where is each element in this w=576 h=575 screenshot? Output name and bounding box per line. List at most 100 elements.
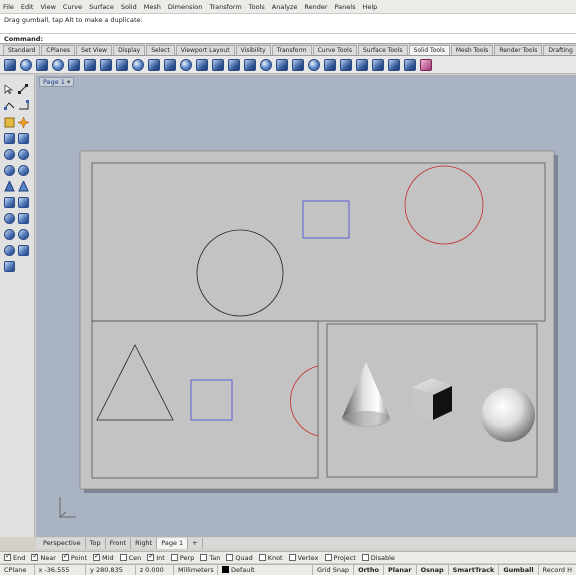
surface-from-curves-icon[interactable] — [4, 133, 15, 144]
surface-edit-icon[interactable] — [18, 133, 29, 144]
point-icon[interactable] — [18, 84, 29, 94]
osnap-checkbox[interactable] — [61, 552, 69, 561]
split-face-icon[interactable] — [228, 58, 240, 71]
cone-icon[interactable] — [4, 181, 15, 192]
dimension-icon[interactable] — [4, 261, 15, 272]
osnap-checkbox[interactable] — [288, 554, 296, 561]
circle-icon[interactable] — [4, 149, 15, 160]
menu-mesh[interactable]: Mesh — [144, 3, 161, 11]
shell-icon[interactable] — [132, 58, 144, 71]
menu-panels[interactable]: Panels — [335, 3, 356, 11]
toolbar-tab-visibility[interactable]: Visibility — [235, 45, 271, 55]
toolbar-tab-set-view[interactable]: Set View — [76, 45, 113, 55]
menu-transform[interactable]: Transform — [209, 3, 241, 11]
viewport-tab-front[interactable]: Front — [106, 538, 132, 549]
toolbar-tab-solid-tools[interactable]: Solid Tools — [408, 45, 450, 55]
smarttrack-toggle[interactable]: SmartTrack — [449, 564, 500, 575]
osnap-int[interactable]: Int — [147, 552, 165, 562]
torus-icon[interactable] — [4, 229, 15, 240]
box-icon[interactable] — [148, 58, 160, 71]
osnap-quad[interactable]: Quad — [226, 554, 253, 562]
solid-tube-icon[interactable] — [18, 213, 29, 224]
rectangle-icon[interactable] — [4, 117, 15, 128]
viewport-tab-top[interactable]: Top — [86, 538, 106, 549]
ellipse-icon[interactable] — [4, 165, 15, 176]
osnap-knot[interactable]: Knot — [258, 554, 283, 562]
osnap-checkbox[interactable] — [4, 552, 11, 561]
toolbar-tab-display[interactable]: Display — [113, 45, 146, 55]
osnap-cen[interactable]: Cen — [119, 554, 141, 562]
rendered-sphere[interactable] — [481, 388, 535, 442]
osnap-point[interactable]: Point — [61, 552, 87, 562]
toolbar-tab-surface-tools[interactable]: Surface Tools — [357, 45, 408, 55]
move-edge-icon[interactable] — [212, 58, 224, 71]
boolean-union-icon[interactable] — [68, 58, 80, 71]
command-line[interactable]: Command: — [0, 33, 576, 44]
osnap-checkbox[interactable] — [226, 554, 234, 561]
cap-planar-holes-icon[interactable] — [36, 58, 48, 71]
osnap-checkbox[interactable] — [31, 552, 39, 561]
arc-icon[interactable] — [18, 149, 29, 160]
extract-surface-icon[interactable] — [164, 58, 176, 71]
osnap-project[interactable]: Project — [324, 554, 356, 562]
osnap-checkbox[interactable] — [119, 554, 127, 561]
grid-snap-toggle[interactable]: Grid Snap — [313, 564, 355, 575]
grid-icon[interactable] — [404, 58, 416, 71]
menu-dimension[interactable]: Dimension — [168, 3, 203, 11]
merge-faces-icon[interactable] — [388, 58, 400, 71]
array-hole-icon[interactable] — [324, 58, 336, 71]
osnap-checkbox[interactable] — [170, 554, 178, 561]
solid-sphere-icon[interactable] — [4, 213, 15, 224]
boolean-intersection-icon[interactable] — [100, 58, 112, 71]
gumball-toggle[interactable]: Gumball — [499, 564, 539, 575]
viewport-tab-page-1[interactable]: Page 1 — [157, 538, 189, 549]
fold-face-icon[interactable] — [244, 58, 256, 71]
analyze-icon[interactable] — [420, 58, 432, 71]
osnap-checkbox[interactable] — [324, 554, 332, 561]
mesh-icon[interactable] — [4, 245, 15, 256]
menu-tools[interactable]: Tools — [249, 3, 265, 11]
rotate-hole-icon[interactable] — [308, 58, 320, 71]
fillet-edge-icon[interactable] — [52, 58, 64, 71]
menu-render[interactable]: Render — [304, 3, 327, 11]
osnap-checkbox[interactable] — [361, 554, 369, 561]
toolbar-tab-standard[interactable]: Standard — [3, 45, 41, 55]
layer-selector[interactable]: Default — [218, 564, 313, 575]
toolbar-tab-render-tools[interactable]: Render Tools — [494, 45, 543, 55]
explode-icon[interactable] — [18, 117, 29, 128]
toolbar-tab-select[interactable]: Select — [146, 45, 175, 55]
osnap-checkbox[interactable] — [200, 554, 208, 561]
osnap-mid[interactable]: Mid — [93, 552, 114, 562]
planar-toggle[interactable]: Planar — [384, 564, 417, 575]
menu-surface[interactable]: Surface — [89, 3, 114, 11]
create-solid-icon[interactable] — [372, 58, 384, 71]
units-label[interactable]: Millimeters — [174, 564, 218, 575]
solid-cylinder-icon[interactable] — [18, 197, 29, 208]
menu-curve[interactable]: Curve — [63, 3, 82, 11]
viewport-tab-perspective[interactable]: Perspective — [39, 538, 86, 549]
osnap-checkbox[interactable] — [258, 554, 266, 561]
osnap-near[interactable]: Near — [31, 552, 56, 562]
render-icon[interactable] — [18, 245, 29, 256]
toolbar-tab-mesh-tools[interactable]: Mesh Tools — [450, 45, 494, 55]
menu-edit[interactable]: Edit — [21, 3, 34, 11]
toolbar-tab-drafting[interactable]: Drafting — [543, 45, 576, 55]
osnap-end[interactable]: End — [4, 552, 25, 562]
toolbar-tab-curve-tools[interactable]: Curve Tools — [312, 45, 357, 55]
osnap-disable[interactable]: Disable — [361, 554, 395, 562]
pyramid-icon[interactable] — [18, 181, 29, 192]
line-icon[interactable] — [18, 100, 29, 110]
osnap-vertex[interactable]: Vertex — [288, 554, 319, 562]
polyline-icon[interactable] — [4, 100, 15, 110]
layout-viewport[interactable]: Page 1 ▾ — [36, 75, 576, 537]
make-hole-icon[interactable] — [276, 58, 288, 71]
osnap-perp[interactable]: Perp — [170, 554, 194, 562]
ortho-toggle[interactable]: Ortho — [354, 564, 384, 575]
record-history-toggle[interactable]: Record H — [539, 565, 576, 575]
osnap-tan[interactable]: Tan — [200, 554, 220, 562]
extrude-face-icon[interactable] — [356, 58, 368, 71]
pipe-icon[interactable] — [180, 58, 192, 71]
place-hole-icon[interactable] — [292, 58, 304, 71]
curve-fillet-icon[interactable] — [18, 165, 29, 176]
osnap-checkbox[interactable] — [93, 552, 101, 561]
